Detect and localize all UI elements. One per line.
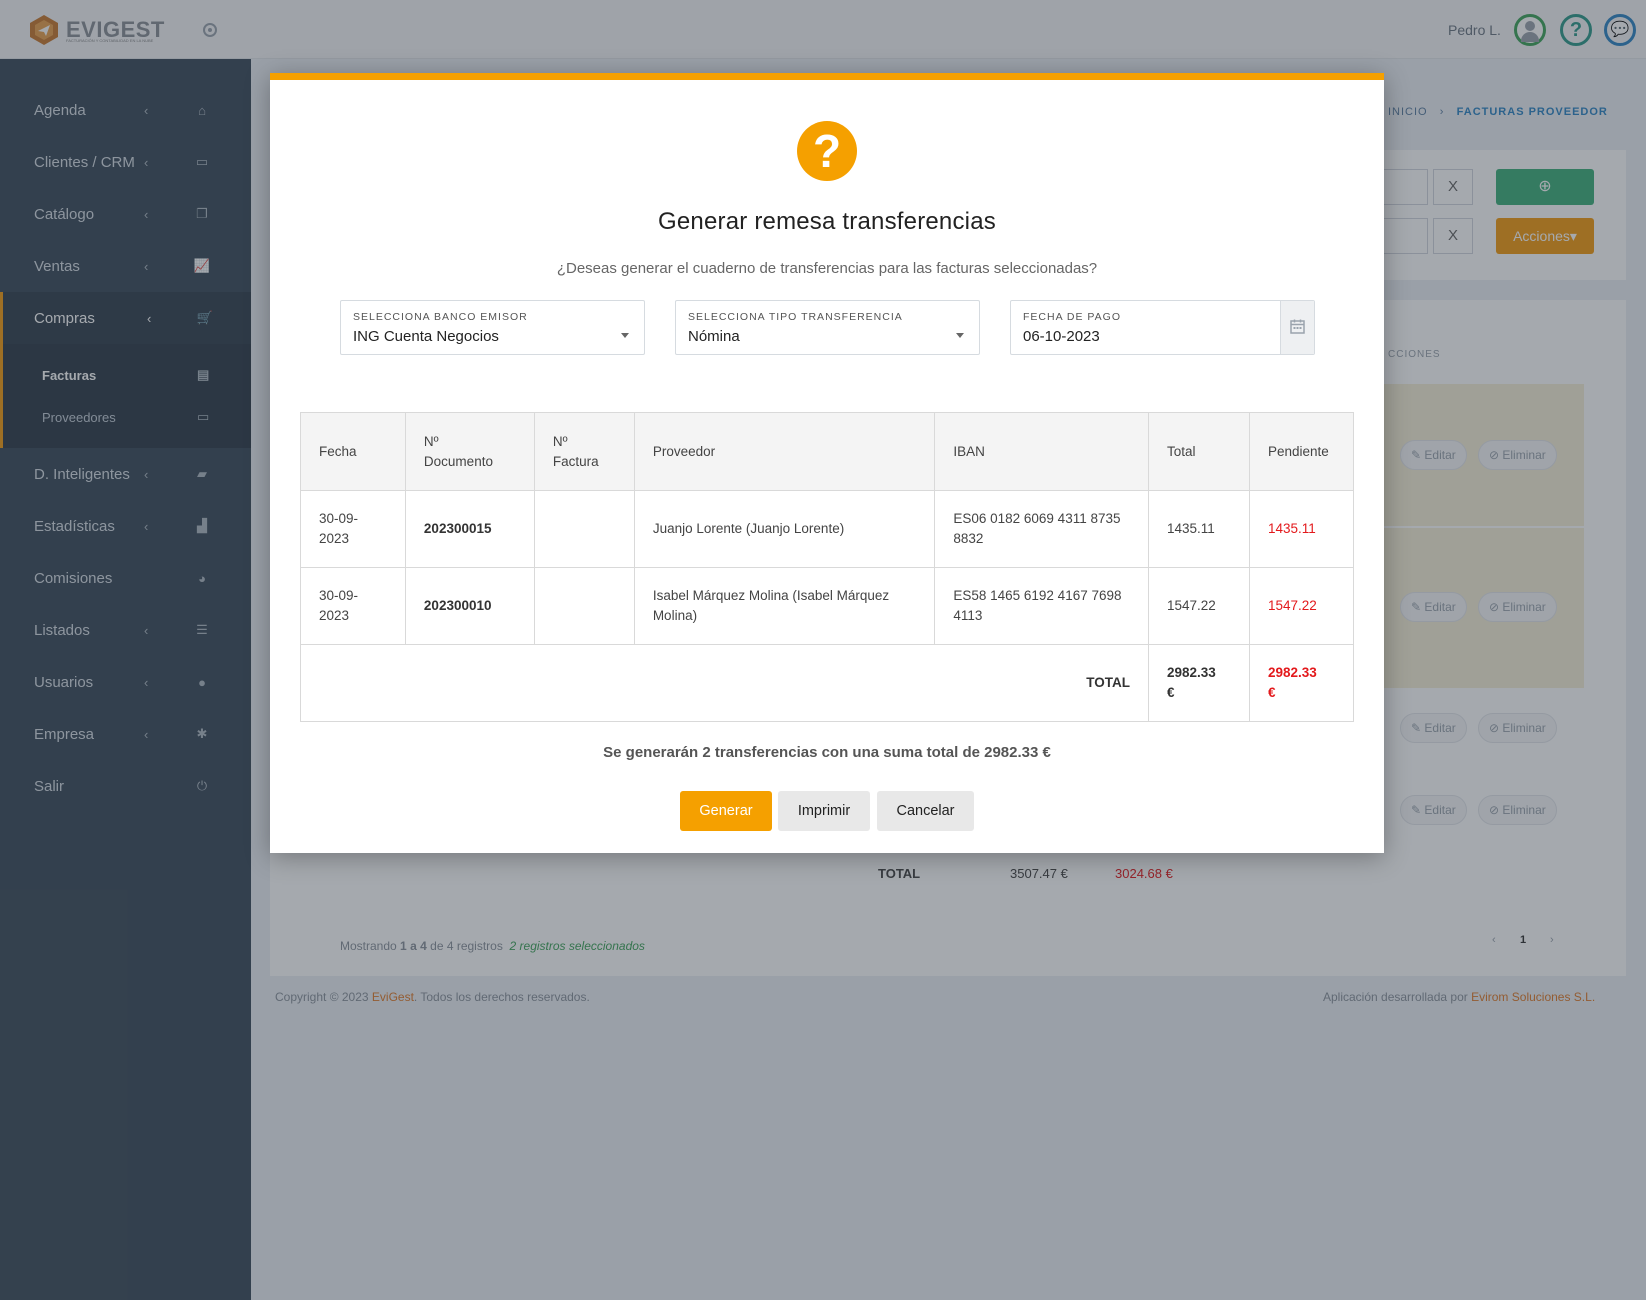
table-total-row: TOTAL 2982.33 € 2982.33 € — [300, 644, 1355, 722]
payment-date-value: 06-10-2023 — [1023, 328, 1100, 345]
bank-select[interactable]: SELECCIONA BANCO EMISOR ING Cuenta Negoc… — [340, 300, 645, 355]
cell-iban-line1: ES06 0182 6069 4311 8735 — [953, 511, 1121, 526]
col-header-factura-line2: Factura — [552, 453, 599, 469]
cell-factura — [533, 490, 635, 568]
col-header-proveedor[interactable]: Proveedor — [633, 412, 936, 491]
calendar-icon[interactable] — [1280, 301, 1314, 354]
cell-factura — [533, 567, 635, 645]
table-header-row: Fecha Nº Documento Nº Factura Proveedor IB… — [300, 412, 1355, 491]
col-header-pendiente[interactable]: Pendiente — [1248, 412, 1355, 491]
total-amount: 2982.33 € — [1148, 644, 1250, 722]
col-header-factura-line1: Nº — [552, 433, 568, 449]
cell-iban-line1: ES58 1465 6192 4167 7698 — [953, 588, 1122, 603]
cell-proveedor-line2: Molina) — [652, 608, 698, 623]
cell-pendiente: 1547.22 — [1248, 567, 1355, 645]
col-header-documento-line1: Nº — [423, 433, 439, 449]
col-header-iban[interactable]: IBAN — [934, 412, 1149, 491]
col-header-factura[interactable]: Nº Factura — [533, 412, 635, 491]
cell-fecha: 30-09- 2023 — [300, 490, 406, 568]
cell-documento: 202300015 — [404, 490, 535, 568]
bank-select-label: SELECCIONA BANCO EMISOR — [353, 311, 528, 323]
cell-proveedor-line1: Isabel Márquez Molina (Isabel Márquez — [652, 588, 890, 603]
col-header-total[interactable]: Total — [1148, 412, 1250, 491]
col-header-documento[interactable]: Nº Documento — [404, 412, 535, 491]
total-pending-line2: € — [1267, 685, 1276, 700]
cell-pendiente: 1435.11 — [1248, 490, 1355, 568]
question-icon: ? — [797, 121, 857, 181]
col-header-documento-line2: Documento — [423, 453, 493, 469]
total-label: TOTAL — [300, 644, 1149, 722]
cell-iban: ES06 0182 6069 4311 8735 8832 — [934, 490, 1149, 568]
dialog-title: Generar remesa transferencias — [658, 208, 996, 235]
total-pending: 2982.33 € — [1248, 644, 1355, 722]
chevron-down-icon — [621, 333, 629, 338]
cell-total: 1547.22 — [1148, 567, 1250, 645]
transfers-table: Fecha Nº Documento Nº Factura Proveedor IB… — [300, 412, 1355, 722]
cell-proveedor: Isabel Márquez Molina (Isabel Márquez Mol… — [633, 567, 936, 645]
imprimir-button[interactable]: Imprimir — [778, 791, 870, 831]
transfer-summary: Se generarán 2 transferencias con una su… — [603, 744, 1051, 761]
cell-fecha-line2: 2023 — [319, 531, 350, 546]
cell-fecha-line2: 2023 — [319, 608, 350, 623]
col-header-fecha[interactable]: Fecha — [300, 412, 406, 491]
cell-total: 1435.11 — [1148, 490, 1250, 568]
chevron-down-icon — [956, 333, 964, 338]
cell-fecha: 30-09- 2023 — [300, 567, 406, 645]
transfer-type-label: SELECCIONA TIPO TRANSFERENCIA — [688, 311, 903, 323]
total-amount-line1: 2982.33 — [1167, 665, 1216, 680]
transfer-type-value: Nómina — [688, 328, 740, 345]
table-row: 30-09- 2023 202300015 Juanjo Lorente (Jua… — [300, 490, 1355, 568]
cell-fecha-line1: 30-09- — [319, 511, 359, 526]
total-amount-line2: € — [1167, 685, 1175, 700]
cell-proveedor: Juanjo Lorente (Juanjo Lorente) — [633, 490, 936, 568]
payment-date-field[interactable]: FECHA DE PAGO 06-10-2023 — [1010, 300, 1315, 355]
dialog-subtitle: ¿Deseas generar el cuaderno de transfere… — [556, 260, 1098, 277]
remesa-dialog: ? Generar remesa transferencias ¿Deseas … — [270, 73, 1384, 853]
cell-iban-line2: 8832 — [953, 531, 984, 546]
table-row: 30-09- 2023 202300010 Isabel Márquez Moli… — [300, 567, 1355, 645]
bank-select-value: ING Cuenta Negocios — [353, 328, 499, 345]
transfer-type-select[interactable]: SELECCIONA TIPO TRANSFERENCIA Nómina — [675, 300, 980, 355]
payment-date-label: FECHA DE PAGO — [1023, 311, 1121, 323]
cell-iban: ES58 1465 6192 4167 7698 4113 — [934, 567, 1149, 645]
cell-documento: 202300010 — [404, 567, 535, 645]
total-pending-line1: 2982.33 — [1267, 665, 1317, 680]
cell-iban-line2: 4113 — [953, 608, 983, 623]
generar-button[interactable]: Generar — [680, 791, 772, 831]
cell-fecha-line1: 30-09- — [319, 588, 359, 603]
cancelar-button[interactable]: Cancelar — [877, 791, 974, 831]
